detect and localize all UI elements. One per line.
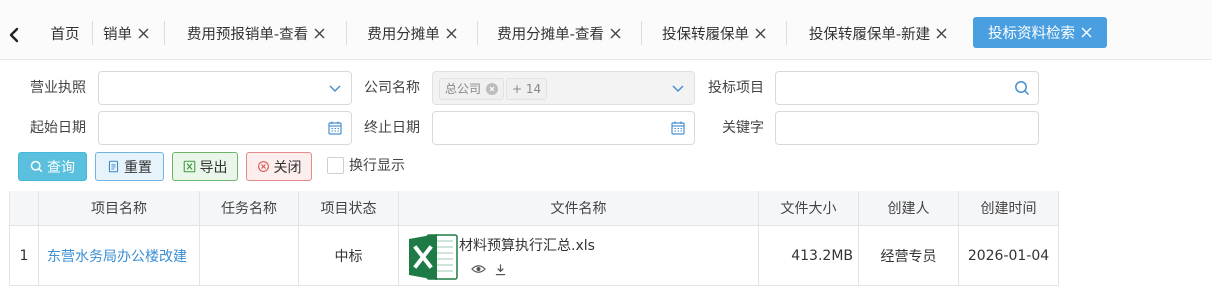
close-icon[interactable] — [138, 28, 149, 39]
close-icon[interactable] — [610, 28, 621, 39]
file-name-cell: 材料预算执行汇总.xls — [399, 226, 759, 286]
close-button-label: 关闭 — [273, 159, 302, 176]
close-icon[interactable] — [755, 28, 766, 39]
keyword-field[interactable] — [775, 111, 1039, 145]
tab-label: 投标资料检索 — [988, 26, 1075, 42]
column-header-task-name[interactable]: 任务名称 — [200, 191, 299, 226]
creator-cell: 经营专员 — [859, 226, 959, 286]
export-button-label: 导出 — [199, 159, 228, 176]
file-actions — [471, 263, 507, 276]
search-icon — [30, 160, 43, 173]
results-table: 项目名称 任务名称 项目状态 文件名称 文件大小 创建人 创建时间 1 东营水务… — [9, 191, 1059, 292]
created-time-cell: 2026-01-04 — [959, 226, 1059, 286]
project-name-cell: 东营水务局办公楼改建 — [39, 226, 200, 286]
tab-divider — [346, 21, 347, 45]
column-header-file-name[interactable]: 文件名称 — [399, 191, 759, 226]
download-icon[interactable] — [494, 263, 507, 276]
tab-bar: 首页 销单 费用预报销单-查看 费用分摊单 费用分摊单-查看 投保转履保单 投保… — [0, 0, 1212, 60]
file-size-cell: 413.2MB — [759, 226, 859, 286]
column-header-project-name[interactable]: 项目名称 — [39, 191, 200, 226]
company-name-label: 公司名称 — [364, 80, 420, 96]
project-status-cell: 中标 — [299, 226, 399, 286]
document-icon — [107, 160, 120, 173]
company-more-count: + 14 — [506, 78, 548, 100]
query-button-label: 查询 — [47, 159, 75, 176]
excel-icon — [183, 160, 196, 173]
tab-label: 销单 — [103, 26, 132, 43]
end-date-field[interactable] — [432, 111, 695, 145]
start-date-input[interactable] — [99, 112, 351, 144]
file-name-text: 材料预算执行汇总.xls — [459, 238, 595, 254]
bid-project-input[interactable] — [776, 72, 1038, 104]
wrap-display-checkbox[interactable] — [327, 157, 344, 174]
excel-file-icon[interactable] — [407, 231, 459, 283]
keyword-label: 关键字 — [722, 120, 764, 136]
tab-bid-document-search[interactable]: 投标资料检索 — [973, 17, 1107, 48]
close-icon[interactable] — [1081, 27, 1092, 38]
task-name-cell — [200, 226, 299, 286]
tab-insurance-transfer[interactable]: 投保转履保单 — [655, 18, 773, 48]
business-license-label: 营业执照 — [30, 80, 86, 96]
query-button[interactable]: 查询 — [18, 152, 87, 181]
tab-label: 费用分摊单 — [367, 26, 440, 43]
search-icon[interactable] — [1014, 80, 1030, 96]
column-header-file-size[interactable]: 文件大小 — [759, 191, 859, 226]
start-date-label: 起始日期 — [30, 120, 86, 136]
bid-project-field[interactable] — [775, 71, 1039, 105]
close-icon[interactable] — [936, 28, 947, 39]
keyword-input[interactable] — [776, 112, 1038, 144]
tab-divider — [164, 21, 165, 45]
tab-insurance-transfer-new[interactable]: 投保转履保单-新建 — [800, 18, 956, 48]
tab-label: 投保转履保单 — [662, 26, 749, 43]
bid-project-label: 投标项目 — [708, 80, 764, 96]
reset-button[interactable]: 重置 — [95, 152, 164, 181]
tab-divider — [641, 21, 642, 45]
tab-expense-forecast-view[interactable]: 费用预报销单-查看 — [180, 18, 332, 48]
column-header-project-status[interactable]: 项目状态 — [299, 191, 399, 226]
end-date-input[interactable] — [433, 112, 694, 144]
row-index: 1 — [9, 226, 39, 286]
tab-home[interactable]: 首页 — [44, 18, 86, 48]
calendar-icon[interactable] — [670, 120, 686, 136]
eye-icon[interactable] — [471, 263, 486, 276]
business-license-select[interactable] — [98, 71, 352, 105]
chevron-down-icon — [329, 85, 341, 93]
start-date-field[interactable] — [98, 111, 352, 145]
calendar-icon[interactable] — [327, 120, 343, 136]
column-header-created-time[interactable]: 创建时间 — [959, 191, 1059, 226]
tab-label: 费用分摊单-查看 — [497, 26, 604, 43]
company-tag: 总公司 — [439, 78, 505, 100]
tab-expense-claim[interactable]: 销单 — [98, 18, 154, 48]
wrap-display-label: 换行显示 — [349, 158, 405, 174]
close-icon[interactable] — [314, 28, 325, 39]
company-name-select[interactable]: 总公司 + 14 — [432, 71, 695, 105]
tab-label: 投保转履保单-新建 — [808, 26, 931, 43]
company-tag-label: 总公司 — [445, 82, 482, 96]
export-button[interactable]: 导出 — [172, 152, 238, 181]
chevron-down-icon — [672, 85, 684, 93]
close-icon[interactable] — [446, 28, 457, 39]
tab-divider — [477, 21, 478, 45]
tab-expense-allocation[interactable]: 费用分摊单 — [360, 18, 464, 48]
column-header-creator[interactable]: 创建人 — [859, 191, 959, 226]
close-button[interactable]: 关闭 — [246, 152, 312, 181]
close-icon[interactable] — [486, 83, 499, 95]
reset-button-label: 重置 — [124, 159, 152, 176]
tab-divider — [92, 21, 93, 45]
project-name-link[interactable]: 东营水务局办公楼改建 — [47, 246, 187, 266]
tab-label: 首页 — [50, 26, 80, 43]
tab-expense-allocation-view[interactable]: 费用分摊单-查看 — [490, 18, 628, 48]
tab-scroll-left-button[interactable] — [2, 20, 26, 50]
end-date-label: 终止日期 — [364, 120, 420, 136]
tab-divider — [786, 21, 787, 45]
chevron-left-icon — [9, 27, 19, 43]
business-license-input[interactable] — [99, 72, 351, 104]
close-circle-icon — [257, 160, 270, 173]
column-header-index — [9, 191, 39, 226]
tab-label: 费用预报销单-查看 — [186, 26, 309, 43]
